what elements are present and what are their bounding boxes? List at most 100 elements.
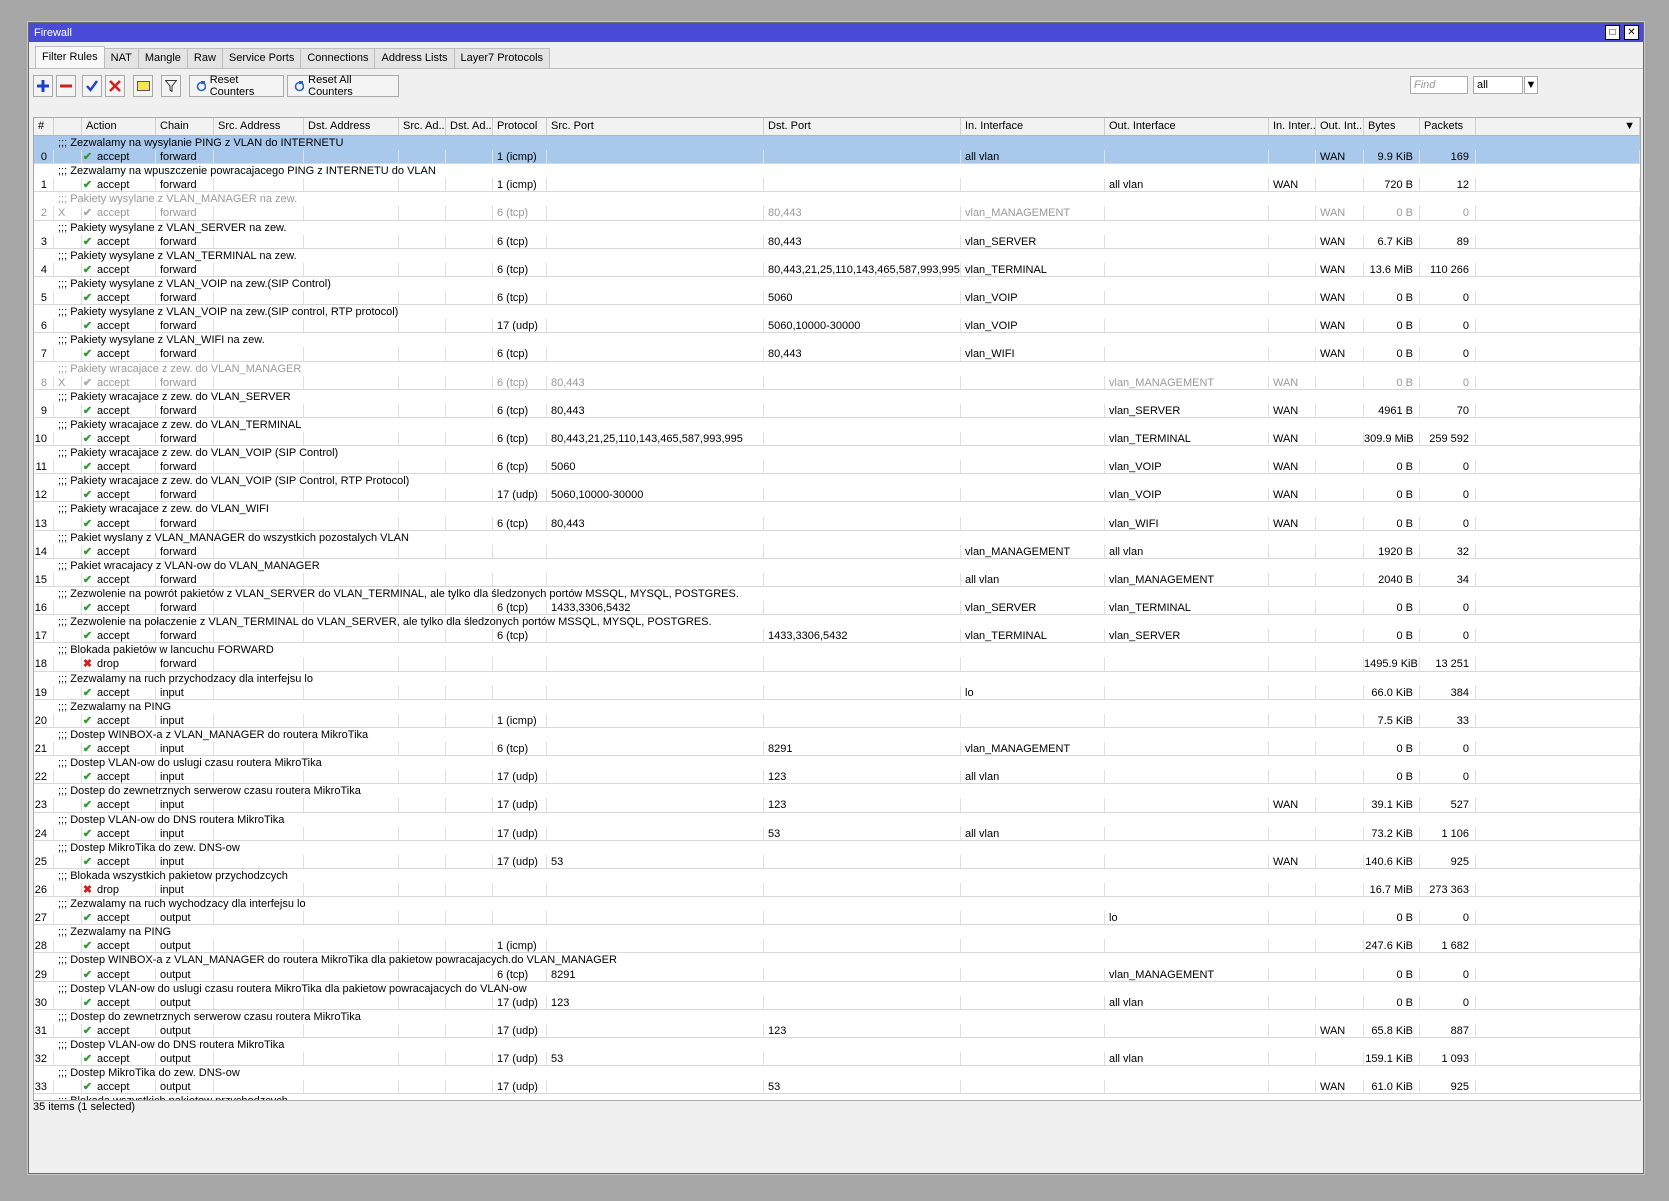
column-header-in-inter[interactable]: In. Inter...: [1269, 118, 1316, 135]
rule-comment[interactable]: ;;; Zezwalamy na ruch przychodzacy dla i…: [34, 672, 1640, 686]
enable-button[interactable]: [82, 75, 102, 97]
rule-comment[interactable]: ;;; Pakiety wracajace z zew. do VLAN_TER…: [34, 418, 1640, 432]
rule-comment[interactable]: ;;; Blokada wszystkich pakietow przychod…: [34, 869, 1640, 883]
table-row[interactable]: 22 ✔ accept input 17 (udp) 123 all vlan 0 B0: [34, 770, 1640, 785]
rule-comment[interactable]: ;;; Zezwalamy na PING: [34, 700, 1640, 714]
maximize-icon[interactable]: □: [1605, 25, 1620, 40]
reset-all-counters-button[interactable]: Reset All Counters: [287, 74, 399, 98]
table-row[interactable]: 23 ✔ accept input 17 (udp) 123 WAN 39.1 KiB 527: [34, 798, 1640, 813]
column-header-protocol[interactable]: Protocol: [493, 118, 547, 135]
comment-button[interactable]: [133, 75, 153, 97]
rule-comment[interactable]: ;;; Blokada pakietów w lancuchu FORWARD: [34, 643, 1640, 657]
table-row[interactable]: 33 ✔ accept output 17 (udp) 53 WAN 61.0 KiB 925: [34, 1080, 1640, 1095]
column-header-in-interface[interactable]: In. Interface: [961, 118, 1105, 135]
table-row[interactable]: 4 ✔ accept forward 6 (tcp) 80,443,21,25,110,1…: [34, 262, 1640, 277]
table-row[interactable]: 5 ✔ accept forward 6 (tcp) 5060 vlan_VOIP WAN 0 …: [34, 291, 1640, 306]
rule-comment[interactable]: ;;; Pakiety wracajace z zew. do VLAN_VOI…: [34, 474, 1640, 488]
rule-comment[interactable]: ;;; Dostep WINBOX-a z VLAN_MANAGER do ro…: [34, 728, 1640, 742]
column-header-dst-address[interactable]: Dst. Address: [304, 118, 399, 135]
rule-comment[interactable]: ;;; Dostep VLAN-ow do uslugi czasu route…: [34, 756, 1640, 770]
table-row[interactable]: 26 ✖ drop input 16.7 MiB 273 363: [34, 882, 1640, 898]
tab-raw[interactable]: Raw: [186, 48, 223, 68]
filter-select[interactable]: all: [1473, 76, 1523, 94]
table-row[interactable]: 7 ✔ accept forward 6 (tcp) 80,443 vlan_WIFI WAN…: [34, 347, 1640, 362]
tab-mangle[interactable]: Mangle: [137, 48, 188, 68]
table-row[interactable]: 25 ✔ accept input 17 (udp) 53 WAN 140.6 KiB 925: [34, 854, 1640, 869]
rule-comment[interactable]: ;;; Dostep MikroTika do zew. DNS-ow: [34, 1066, 1640, 1080]
table-row[interactable]: 13 ✔ accept forward 6 (tcp) 80,443 vlan_WIFI WA…: [34, 516, 1640, 531]
table-row[interactable]: 32 ✔ accept output 17 (udp) 53 all vlan 159.1 K…: [34, 1052, 1640, 1067]
table-row[interactable]: 28 ✔ accept output 1 (icmp) 247.6 KiB 1 682: [34, 939, 1640, 954]
column-header-out-int[interactable]: Out. Int...: [1316, 118, 1364, 135]
table-row[interactable]: 16 ✔ accept forward 6 (tcp) 1433,3306,5432 vla…: [34, 601, 1640, 616]
remove-button[interactable]: [56, 75, 76, 97]
rule-comment[interactable]: ;;; Dostep VLAN-ow do DNS routera MikroT…: [34, 1038, 1640, 1052]
rule-comment[interactable]: ;;; Pakiety wysylane z VLAN_TERMINAL na …: [34, 249, 1640, 263]
reset-counters-button[interactable]: Reset Counters: [189, 74, 284, 98]
rule-comment[interactable]: ;;; Dostep do zewnetrznych serwerow czas…: [34, 1010, 1640, 1024]
close-icon[interactable]: ✕: [1624, 25, 1639, 40]
find-input[interactable]: Find: [1410, 76, 1468, 94]
table-row[interactable]: 18 ✖ drop forward 1495.9 KiB 13 251: [34, 657, 1640, 672]
tab-connections[interactable]: Connections: [300, 48, 376, 68]
rule-comment[interactable]: ;;; Zezwolenie na powrót pakietów z VLAN…: [34, 587, 1640, 601]
rule-comment[interactable]: ;;; Pakiety wysylane z VLAN_SERVER na ze…: [34, 221, 1640, 235]
column-header-number[interactable]: #: [34, 118, 54, 135]
column-chooser-icon[interactable]: ▼: [1524, 118, 1640, 135]
disable-button[interactable]: [105, 75, 125, 97]
rule-comment[interactable]: ;;; Zezwalamy na ruch wychodzacy dla int…: [34, 897, 1640, 911]
rule-comment[interactable]: ;;; Pakiet wracajacy z VLAN-ow do VLAN_M…: [34, 559, 1640, 573]
table-row[interactable]: 17 ✔ accept forward 6 (tcp) 1433,3306,5432 vla…: [34, 629, 1640, 644]
column-header-dst-port[interactable]: Dst. Port: [764, 118, 961, 135]
table-row[interactable]: 24 ✔ accept input 17 (udp) 53 all vlan 73.2 KiB…: [34, 826, 1640, 841]
column-header-chain[interactable]: Chain: [156, 118, 214, 135]
table-row[interactable]: 6 ✔ accept forward 17 (udp) 5060,10000-30000 v…: [34, 319, 1640, 334]
table-row[interactable]: 12 ✔ accept forward 17 (udp) 5060,10000-30000…: [34, 488, 1640, 503]
add-button[interactable]: [33, 75, 53, 97]
rule-comment[interactable]: ;;; Pakiet wyslany z VLAN_MANAGER do wsz…: [34, 531, 1640, 545]
tab-address-lists[interactable]: Address Lists: [374, 48, 455, 68]
column-header-src-port[interactable]: Src. Port: [547, 118, 764, 135]
rule-comment[interactable]: ;;; Pakiety wysylane z VLAN_VOIP na zew.…: [34, 305, 1640, 319]
column-header-packets[interactable]: Packets: [1420, 118, 1476, 135]
table-row[interactable]: 3 ✔ accept forward 6 (tcp) 80,443 vlan_SERVER W…: [34, 234, 1640, 249]
table-row[interactable]: 30 ✔ accept output 17 (udp) 123 all vlan 0 B0: [34, 995, 1640, 1010]
rule-comment[interactable]: ;;; Dostep do zewnetrznych serwerow czas…: [34, 784, 1640, 798]
column-header-src-ad[interactable]: Src. Ad...: [399, 118, 446, 135]
rule-comment[interactable]: ;;; Zezwolenie na połaczenie z VLAN_TERM…: [34, 615, 1640, 629]
tab-filter-rules[interactable]: Filter Rules: [35, 46, 105, 68]
column-header-src-address[interactable]: Src. Address: [214, 118, 304, 135]
table-row[interactable]: 8 X ✔ accept forward 6 (tcp) 80,443 vlan_MANAGE…: [34, 375, 1640, 390]
table-row[interactable]: 19 ✔ accept input lo 66.0 KiB 384: [34, 685, 1640, 700]
column-header-out-interface[interactable]: Out. Interface: [1105, 118, 1269, 135]
table-row[interactable]: 20 ✔ accept input 1 (icmp) 7.5 KiB 33: [34, 713, 1640, 728]
rule-comment[interactable]: ;;; Zezwalamy na PING: [34, 925, 1640, 939]
tab-service-ports[interactable]: Service Ports: [221, 48, 302, 68]
rule-comment[interactable]: ;;; Pakiety wysylane z VLAN_VOIP na zew.…: [34, 277, 1640, 291]
rule-comment[interactable]: ;;; Pakiety wracajace z zew. do VLAN_WIF…: [34, 502, 1640, 516]
rule-comment[interactable]: ;;; Pakiety wracajace z zew. do VLAN_MAN…: [34, 362, 1640, 376]
table-row[interactable]: 9 ✔ accept forward 6 (tcp) 80,443 vlan_SERVER W…: [34, 403, 1640, 418]
rule-comment[interactable]: ;;; Pakiety wysylane z VLAN_MANAGER na z…: [34, 192, 1640, 206]
rule-comment[interactable]: ;;; Dostep WINBOX-a z VLAN_MANAGER do ro…: [34, 953, 1640, 967]
rule-comment[interactable]: ;;; Zezwalamy na wpuszczenie powracajace…: [34, 164, 1640, 178]
rule-comment[interactable]: ;;; Zezwalamy na wysylanie PING z VLAN d…: [34, 136, 1640, 151]
rule-comment[interactable]: ;;; Dostep VLAN-ow do uslugi czasu route…: [34, 982, 1640, 996]
column-header-action[interactable]: Action: [82, 118, 156, 135]
filter-button[interactable]: [161, 75, 181, 97]
rule-comment[interactable]: ;;; Dostep VLAN-ow do DNS routera MikroT…: [34, 813, 1640, 827]
table-row[interactable]: 31 ✔ accept output 17 (udp) 123 WAN 65.8 KiB 887: [34, 1023, 1640, 1038]
filter-dropdown-icon[interactable]: ▼: [1524, 76, 1538, 94]
column-header-bytes[interactable]: Bytes: [1364, 118, 1420, 135]
table-row[interactable]: 0 ✔ accept forward 1 (icmp) all vlan WAN 9.9 Ki…: [34, 150, 1640, 165]
table-row[interactable]: 27 ✔ accept output lo 0 B0: [34, 911, 1640, 926]
table-row[interactable]: 11 ✔ accept forward 6 (tcp) 5060 vlan_VOIP WAN 0…: [34, 460, 1640, 475]
rule-comment[interactable]: ;;; Pakiety wysylane z VLAN_WIFI na zew.: [34, 333, 1640, 347]
tab-layer7-protocols[interactable]: Layer7 Protocols: [453, 48, 551, 68]
tab-nat[interactable]: NAT: [103, 48, 139, 68]
rule-comment[interactable]: ;;; Blokada wszystkich pakietow przychod…: [34, 1094, 1640, 1100]
table-row[interactable]: 21 ✔ accept input 6 (tcp) 8291 vlan_MANAGEMENT…: [34, 742, 1640, 757]
table-row[interactable]: 14 ✔ accept forward vlan_MANAGEMENT all vlan 1…: [34, 544, 1640, 559]
table-row[interactable]: 15 ✔ accept forward all vlan vlan_MANAGEMENT 2…: [34, 572, 1640, 587]
table-row[interactable]: 2 X ✔ accept forward 6 (tcp) 80,443 vlan_MANAGE…: [34, 206, 1640, 221]
